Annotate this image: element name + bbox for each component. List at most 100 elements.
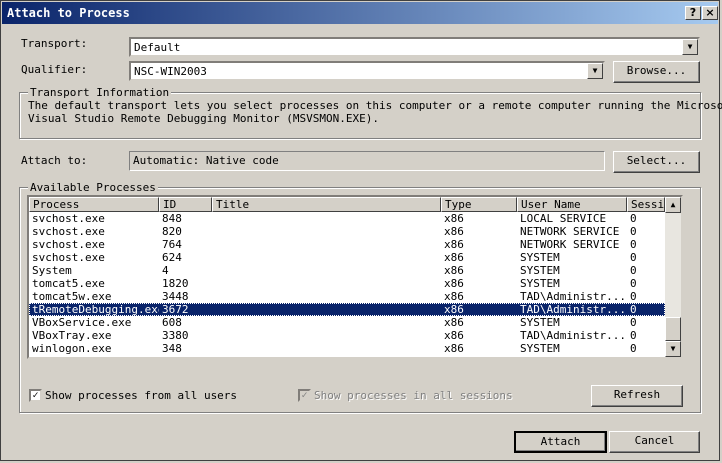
table-cell-session: 0	[630, 329, 637, 342]
transport-info-line2: Visual Studio Remote Debugging Monitor (…	[28, 112, 379, 125]
process-list-scrollbar[interactable]: ▲ ▼	[665, 197, 681, 357]
column-header-type[interactable]: Type	[441, 197, 517, 212]
attach-button[interactable]: Attach	[514, 431, 607, 453]
table-cell-process: tomcat5w.exe	[32, 290, 112, 303]
chevron-down-icon[interactable]: ▼	[587, 63, 603, 79]
title-bar[interactable]: Attach to Process ? ×	[2, 2, 718, 24]
table-cell-user: TAD\Administr...	[520, 290, 626, 303]
table-cell-process: System	[32, 264, 72, 277]
chevron-down-icon[interactable]: ▼	[682, 39, 698, 55]
table-cell-title	[212, 303, 441, 316]
table-cell-title	[212, 238, 441, 251]
attach-to-value: Automatic: Native code	[133, 154, 279, 167]
table-cell-id: 3672	[162, 303, 189, 316]
table-cell-process: tRemoteDebugging.exe	[32, 303, 159, 316]
show-all-sessions-checkbox[interactable]: ✓	[298, 389, 311, 402]
table-cell-session: 0	[630, 316, 637, 329]
transport-label: Transport:	[21, 37, 88, 50]
table-row[interactable]: winlogon.exe 348 x86 SYSTEM 0	[29, 342, 665, 355]
table-row[interactable]: tRemoteDebugging.exe 3672 x86 TAD\Administr…	[29, 303, 665, 316]
show-all-users-checkbox[interactable]: ✓	[29, 389, 42, 402]
table-row[interactable]: System 4 x86 SYSTEM 0	[29, 264, 665, 277]
table-cell-process: svchost.exe	[32, 212, 105, 225]
scroll-down-icon[interactable]: ▼	[665, 341, 681, 357]
table-cell-id: 848	[162, 212, 182, 225]
table-cell-user: NETWORK SERVICE	[520, 225, 620, 238]
table-cell-title	[212, 277, 441, 290]
process-list-header: Process ID Title Type User Name Sessi	[29, 197, 665, 212]
table-cell-id: 3380	[162, 329, 189, 342]
table-cell-type: x86	[444, 264, 464, 277]
checkmark-icon: ✓	[301, 390, 308, 401]
column-header-user-name[interactable]: User Name	[517, 197, 627, 212]
table-cell-session: 0	[630, 277, 637, 290]
table-row[interactable]: svchost.exe 820 x86 NETWORK SERVICE 0	[29, 225, 665, 238]
table-cell-id: 608	[162, 316, 182, 329]
table-cell-session: 0	[630, 290, 637, 303]
column-header-process[interactable]: Process	[29, 197, 159, 212]
table-row[interactable]: svchost.exe 764 x86 NETWORK SERVICE 0	[29, 238, 665, 251]
process-rows: svchost.exe 848 x86 LOCAL SERVICE 0 svchost.e…	[29, 212, 665, 355]
table-cell-id: 3448	[162, 290, 189, 303]
help-button[interactable]: ?	[685, 6, 701, 20]
table-cell-user: SYSTEM	[520, 277, 560, 290]
column-header-title[interactable]: Title	[212, 197, 441, 212]
table-row[interactable]: svchost.exe 848 x86 LOCAL SERVICE 0	[29, 212, 665, 225]
table-cell-type: x86	[444, 342, 464, 355]
scroll-up-icon[interactable]: ▲	[665, 197, 681, 213]
table-row[interactable]: VBoxTray.exe 3380 x86 TAD\Administr... 0	[29, 329, 665, 342]
table-row[interactable]: tomcat5.exe 1820 x86 SYSTEM 0	[29, 277, 665, 290]
table-cell-type: x86	[444, 238, 464, 251]
table-cell-user: SYSTEM	[520, 316, 560, 329]
scroll-thumb[interactable]	[665, 317, 681, 341]
refresh-button[interactable]: Refresh	[591, 385, 683, 407]
table-row[interactable]: tomcat5w.exe 3448 x86 TAD\Administr... 0	[29, 290, 665, 303]
table-cell-process: VBoxService.exe	[32, 316, 132, 329]
transport-info-group: Transport Information The default transp…	[19, 86, 722, 139]
select-button[interactable]: Select...	[613, 151, 700, 173]
table-cell-id: 820	[162, 225, 182, 238]
transport-combo[interactable]: Default ▼	[129, 37, 700, 57]
transport-value: Default	[134, 41, 181, 54]
table-cell-session: 0	[630, 251, 637, 264]
qualifier-combo[interactable]: NSC-WIN2003 ▼	[129, 61, 605, 81]
transport-info-line1: The default transport lets you select pr…	[28, 99, 722, 112]
table-cell-id: 348	[162, 342, 182, 355]
browse-button[interactable]: Browse...	[613, 61, 700, 83]
table-cell-type: x86	[444, 316, 464, 329]
table-cell-process: winlogon.exe	[32, 342, 112, 355]
table-cell-id: 1820	[162, 277, 189, 290]
attach-to-label: Attach to:	[21, 154, 88, 167]
cancel-button[interactable]: Cancel	[609, 431, 700, 453]
window-title: Attach to Process	[7, 6, 130, 20]
table-cell-type: x86	[444, 212, 464, 225]
table-cell-type: x86	[444, 329, 464, 342]
table-row[interactable]: svchost.exe 624 x86 SYSTEM 0	[29, 251, 665, 264]
table-cell-title	[212, 264, 441, 277]
table-cell-user: SYSTEM	[520, 342, 560, 355]
available-processes-title: Available Processes	[28, 181, 158, 194]
table-cell-title	[212, 290, 441, 303]
table-cell-user: SYSTEM	[520, 264, 560, 277]
table-cell-type: x86	[444, 251, 464, 264]
table-cell-title	[212, 329, 441, 342]
table-cell-user: TAD\Administr...	[520, 329, 626, 342]
column-header-session[interactable]: Sessi	[627, 197, 665, 212]
column-header-id[interactable]: ID	[159, 197, 212, 212]
close-icon: ×	[705, 6, 715, 19]
table-cell-user: NETWORK SERVICE	[520, 238, 620, 251]
table-cell-session: 0	[630, 238, 637, 251]
table-cell-process: VBoxTray.exe	[32, 329, 112, 342]
table-cell-id: 624	[162, 251, 182, 264]
qualifier-label: Qualifier:	[21, 63, 88, 76]
table-row[interactable]: VBoxService.exe 608 x86 SYSTEM 0	[29, 316, 665, 329]
table-cell-type: x86	[444, 290, 464, 303]
attach-to-field: Automatic: Native code	[129, 151, 605, 171]
table-cell-session: 0	[630, 342, 637, 355]
table-cell-user: TAD\Administr...	[520, 303, 626, 316]
table-cell-process: tomcat5.exe	[32, 277, 105, 290]
table-cell-process: svchost.exe	[32, 251, 105, 264]
close-button[interactable]: ×	[702, 6, 718, 20]
process-list[interactable]: Process ID Title Type User Name Sessi sv…	[27, 195, 683, 359]
table-cell-title	[212, 316, 441, 329]
